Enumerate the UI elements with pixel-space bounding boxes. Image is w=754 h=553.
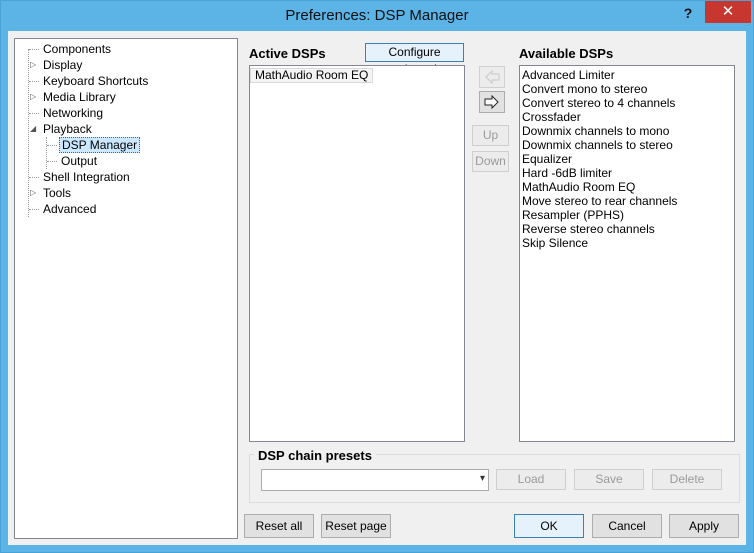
- arrow-left-icon: [485, 69, 500, 85]
- tree-item-playback[interactable]: ◢ Playback: [30, 121, 94, 137]
- add-to-active-button[interactable]: [479, 91, 505, 113]
- available-dsp-item[interactable]: Crossfader: [520, 110, 734, 124]
- tree-item-shell-integration[interactable]: Shell Integration: [41, 169, 132, 185]
- tree-item-label: Playback: [43, 122, 92, 136]
- dsp-chain-presets-heading: DSP chain presets: [254, 448, 376, 463]
- available-dsp-item[interactable]: Skip Silence: [520, 236, 734, 250]
- tree-item-label: Keyboard Shortcuts: [43, 74, 149, 88]
- save-preset-button[interactable]: Save: [574, 469, 644, 490]
- reset-page-button[interactable]: Reset page: [321, 514, 391, 538]
- available-dsps-heading: Available DSPs: [519, 46, 614, 61]
- dialog-client-area: Components ▷ Display Keyboard Shortcuts …: [8, 31, 746, 545]
- tree-item-output[interactable]: Output: [59, 153, 99, 169]
- available-dsp-item[interactable]: Downmix channels to mono: [520, 124, 734, 138]
- tree-item-label: Shell Integration: [43, 170, 130, 184]
- tree-item-label: Output: [61, 154, 98, 168]
- delete-preset-button[interactable]: Delete: [652, 469, 722, 490]
- tree-item-keyboard-shortcuts[interactable]: Keyboard Shortcuts: [41, 73, 150, 89]
- tree-item-advanced[interactable]: Advanced: [41, 201, 98, 217]
- available-dsp-item[interactable]: MathAudio Room EQ: [520, 180, 734, 194]
- title-bar: Preferences: DSP Manager ? ✕: [1, 1, 753, 31]
- window-title: Preferences: DSP Manager: [285, 7, 469, 24]
- available-dsp-item[interactable]: Convert mono to stereo: [520, 82, 734, 96]
- remove-from-active-button[interactable]: [479, 66, 505, 88]
- preset-combobox[interactable]: ▾: [261, 469, 489, 491]
- tree-item-label: Components: [43, 42, 112, 56]
- tree-item-label: Display: [43, 58, 83, 72]
- expand-arrow-icon[interactable]: ▷: [30, 89, 39, 105]
- apply-button[interactable]: Apply: [669, 514, 739, 538]
- active-dsps-list[interactable]: MathAudio Room EQ: [249, 65, 465, 442]
- available-dsp-item[interactable]: Move stereo to rear channels: [520, 194, 734, 208]
- active-dsps-heading: Active DSPs: [249, 46, 326, 61]
- available-dsp-item[interactable]: Advanced Limiter: [520, 68, 734, 82]
- preferences-window: Preferences: DSP Manager ? ✕ Components …: [0, 0, 754, 553]
- tree-item-label: Networking: [43, 106, 104, 120]
- move-up-button[interactable]: Up: [472, 125, 509, 146]
- configure-selected-button[interactable]: Configure selected: [365, 43, 464, 76]
- load-preset-button[interactable]: Load: [496, 469, 566, 490]
- tree-item-label: Tools: [43, 186, 72, 200]
- preset-combo-value: [262, 473, 265, 487]
- tree-item-label: Advanced: [43, 202, 97, 216]
- available-dsp-item[interactable]: Convert stereo to 4 channels: [520, 96, 734, 110]
- cancel-button[interactable]: Cancel: [592, 514, 662, 538]
- available-dsps-list[interactable]: Advanced Limiter Convert mono to stereo …: [519, 65, 735, 442]
- tree-item-tools[interactable]: ▷ Tools: [30, 185, 73, 201]
- available-dsp-item[interactable]: Equalizer: [520, 152, 734, 166]
- available-dsp-item[interactable]: Hard -6dB limiter: [520, 166, 734, 180]
- expand-arrow-icon[interactable]: ▷: [30, 57, 39, 73]
- tree-item-dsp-manager[interactable]: DSP Manager: [59, 137, 141, 153]
- preferences-tree[interactable]: Components ▷ Display Keyboard Shortcuts …: [14, 38, 238, 539]
- tree-item-label: Media Library: [43, 90, 116, 104]
- ok-button[interactable]: OK: [514, 514, 584, 538]
- tree-item-media-library[interactable]: ▷ Media Library: [30, 89, 118, 105]
- close-button[interactable]: ✕: [705, 1, 751, 23]
- arrow-right-icon: [484, 94, 499, 110]
- available-dsp-item[interactable]: Downmix channels to stereo: [520, 138, 734, 152]
- tree-item-label: DSP Manager: [59, 137, 141, 153]
- tree-item-display[interactable]: ▷ Display: [30, 57, 84, 73]
- available-dsp-item[interactable]: Reverse stereo channels: [520, 222, 734, 236]
- tree-item-networking[interactable]: Networking: [41, 105, 105, 121]
- collapse-arrow-icon[interactable]: ◢: [30, 121, 39, 137]
- chevron-down-icon[interactable]: ▾: [480, 473, 485, 484]
- expand-arrow-icon[interactable]: ▷: [30, 185, 39, 201]
- help-button[interactable]: ?: [673, 3, 703, 23]
- reset-all-button[interactable]: Reset all: [244, 514, 314, 538]
- tree-item-components[interactable]: Components: [41, 41, 113, 57]
- move-down-button[interactable]: Down: [472, 151, 509, 172]
- active-dsp-item[interactable]: MathAudio Room EQ: [250, 68, 374, 83]
- available-dsp-item[interactable]: Resampler (PPHS): [520, 208, 734, 222]
